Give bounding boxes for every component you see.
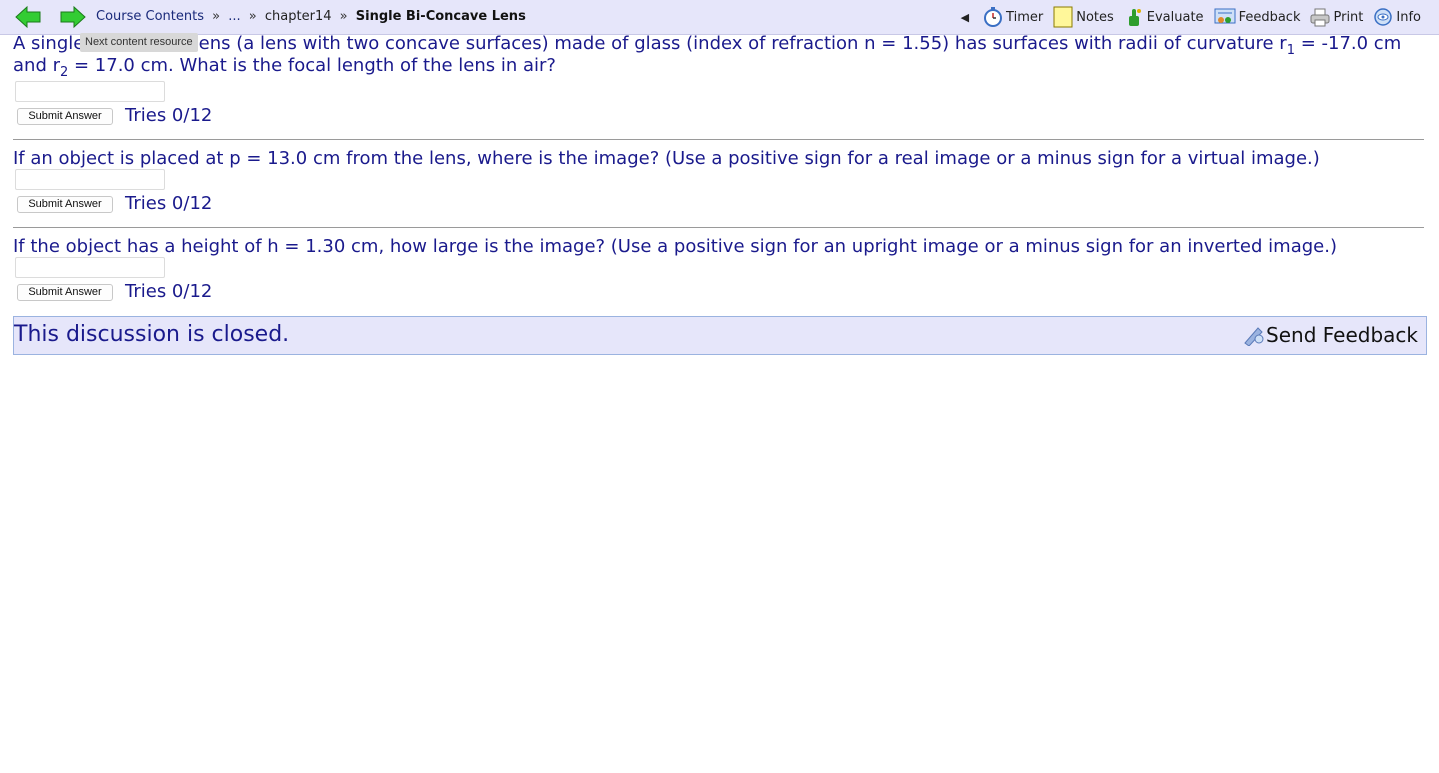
breadcrumb-current-page: Single Bi-Concave Lens — [355, 9, 526, 24]
tries-counter-1: Tries 0/12 — [125, 105, 213, 126]
collapse-toolbar-button[interactable]: ◀ — [961, 11, 969, 24]
answer-input-3[interactable] — [15, 257, 165, 278]
navigation-bar: Course Contents » ... » chapter14 » Sing… — [0, 0, 1439, 35]
submit-answer-button-1[interactable]: Submit Answer — [17, 108, 113, 125]
question-3-text: If the object has a height of h = 1.30 c… — [13, 236, 1337, 257]
answer-input-2[interactable] — [15, 169, 165, 190]
question-1-subscript-1: 1 — [1286, 43, 1295, 58]
question-2-text: If an object is placed at p = 13.0 cm fr… — [13, 148, 1320, 169]
breadcrumb-chapter[interactable]: chapter14 — [265, 9, 332, 24]
breadcrumb-separator: » — [248, 9, 257, 24]
info-icon — [1374, 8, 1393, 26]
timer-icon — [984, 7, 1003, 27]
print-label: Print — [1333, 9, 1364, 25]
tries-counter-2: Tries 0/12 — [125, 193, 213, 214]
feedback-label: Feedback — [1238, 9, 1301, 25]
submit-answer-button-3[interactable]: Submit Answer — [17, 284, 113, 301]
print-icon — [1310, 8, 1330, 27]
notes-icon — [1053, 6, 1073, 28]
notes-button[interactable]: Notes — [1053, 6, 1114, 28]
evaluate-label: Evaluate — [1146, 9, 1204, 25]
feedback-icon — [1214, 8, 1236, 24]
question-1-text: A single bi-concave lens (a lens with tw… — [13, 33, 1423, 79]
timer-button[interactable]: Timer — [983, 7, 1043, 27]
forward-arrow-icon[interactable] — [60, 5, 86, 29]
feedback-button[interactable]: Feedback — [1214, 7, 1301, 27]
info-label: Info — [1396, 9, 1421, 25]
send-feedback-icon — [1244, 327, 1264, 346]
breadcrumb-course-contents[interactable]: Course Contents — [96, 9, 204, 24]
next-resource-tooltip: Next content resource — [80, 33, 198, 52]
info-button[interactable]: Info — [1373, 7, 1421, 27]
submit-answer-button-2[interactable]: Submit Answer — [17, 196, 113, 213]
discussion-bar: This discussion is closed. Send Feedback — [13, 316, 1427, 355]
evaluate-button[interactable]: Evaluate — [1124, 7, 1204, 27]
notes-label: Notes — [1076, 9, 1114, 25]
breadcrumb: Course Contents » ... » chapter14 » Sing… — [96, 9, 526, 24]
breadcrumb-separator: » — [339, 9, 348, 24]
toolbar: ◀ Timer Notes Evaluate Feedback Print In… — [961, 5, 1421, 29]
question-1-end: = 17.0 cm. What is the focal length of t… — [68, 55, 556, 76]
back-arrow-icon[interactable] — [15, 5, 41, 29]
breadcrumb-ellipsis[interactable]: ... — [228, 9, 240, 24]
tries-counter-3: Tries 0/12 — [125, 281, 213, 302]
divider — [13, 139, 1424, 140]
send-feedback-button[interactable]: Send Feedback — [1242, 323, 1418, 347]
divider — [13, 227, 1424, 228]
evaluate-icon — [1128, 9, 1141, 26]
question-1-intro: A single bi-concave lens (a lens with tw… — [13, 33, 1287, 54]
answer-input-1[interactable] — [15, 81, 165, 102]
breadcrumb-separator: » — [212, 9, 221, 24]
timer-label: Timer — [1006, 9, 1044, 25]
print-button[interactable]: Print — [1310, 7, 1363, 27]
send-feedback-label: Send Feedback — [1266, 323, 1418, 347]
discussion-closed-text: This discussion is closed. — [14, 322, 290, 347]
